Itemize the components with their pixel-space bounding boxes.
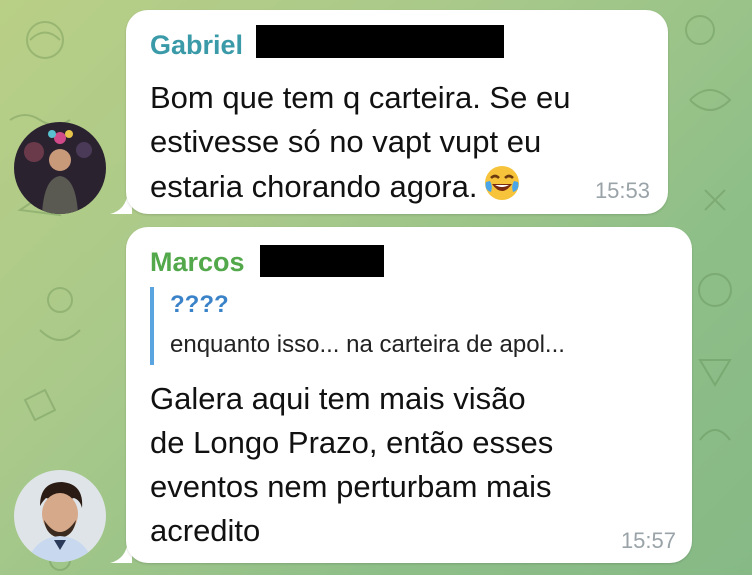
sender-name[interactable]: Gabriel — [150, 30, 243, 61]
face-with-tears-of-joy-icon — [483, 164, 521, 214]
message-line: de Longo Prazo, então esses — [150, 425, 554, 460]
person-photo-icon — [14, 122, 106, 214]
avatar-marcos[interactable] — [14, 470, 106, 562]
redacted-surname — [260, 245, 384, 277]
message-line: eventos nem perturbam mais — [150, 469, 552, 504]
message-bubble[interactable]: Gabriel Bom que tem q carteira. Se eu es… — [126, 10, 668, 214]
person-photo-icon — [14, 470, 106, 562]
message-line: Bom que tem q carteira. Se eu — [150, 80, 571, 115]
message-text: Bom que tem q carteira. Se eu estivesse … — [150, 76, 570, 214]
message-timestamp: 15:57 — [620, 528, 676, 553]
message-bubble[interactable]: Marcos ???? enquanto isso... na carteira… — [126, 227, 692, 563]
message-line: estivesse só no vapt vupt eu — [150, 124, 542, 159]
message-timestamp: 15:53 — [594, 178, 650, 203]
redacted-surname — [256, 25, 504, 58]
reply-quote-title: ???? — [170, 291, 229, 318]
avatar-gabriel[interactable] — [14, 122, 106, 214]
reply-quote[interactable]: ???? enquanto isso... na carteira de apo… — [150, 287, 565, 365]
message-line: estaria chorando agora. — [150, 164, 570, 214]
message-line-text: estaria chorando agora. — [150, 169, 478, 205]
message-line: Galera aqui tem mais visão — [150, 381, 526, 416]
sender-name[interactable]: Marcos — [150, 247, 245, 278]
message-line: acredito — [150, 513, 261, 548]
message-text: Galera aqui tem mais visão de Longo Praz… — [150, 377, 553, 553]
reply-quote-text: enquanto isso... na carteira de apol... — [170, 331, 565, 358]
